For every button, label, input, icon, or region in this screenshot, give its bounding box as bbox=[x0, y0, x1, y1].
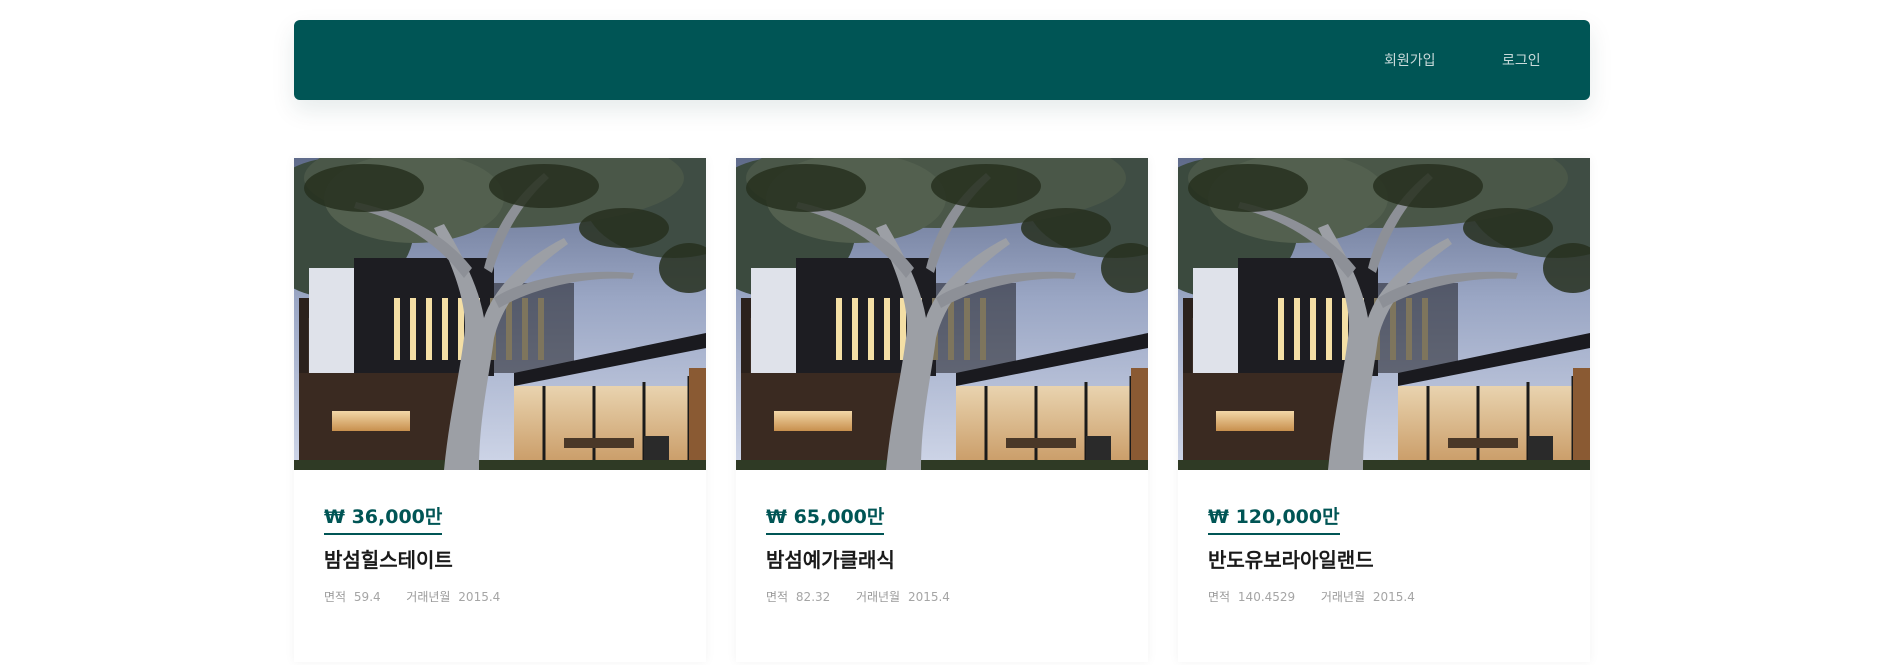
listing-name: 밤섬힐스테이트 bbox=[324, 548, 453, 572]
listing-price: ₩ 36,000만 bbox=[324, 502, 443, 535]
listing-meta: 면적 82.32 거래년월 2015.4 bbox=[766, 588, 954, 605]
listing-card[interactable]: ₩ 120,000만 반도유보라아일랜드 면적 140.4529 거래년월 20… bbox=[1178, 158, 1590, 662]
top-nav-bar: 회원가입 로그인 bbox=[294, 20, 1590, 100]
area-value: 59.4 bbox=[353, 590, 381, 604]
page-scrollbar[interactable] bbox=[1879, 0, 1896, 665]
listing-meta: 면적 59.4 거래년월 2015.4 bbox=[324, 588, 504, 605]
login-link[interactable]: 로그인 bbox=[1502, 50, 1541, 70]
area-label: 면적 bbox=[324, 590, 347, 604]
house-photo-icon bbox=[736, 158, 1148, 470]
listing-price: ₩ 120,000만 bbox=[1208, 502, 1340, 535]
house-photo-icon bbox=[294, 158, 706, 470]
listing-price: ₩ 65,000만 bbox=[766, 502, 885, 535]
area-value: 82.32 bbox=[795, 590, 831, 604]
listing-card[interactable]: ₩ 36,000만 밤섬힐스테이트 면적 59.4 거래년월 2015.4 bbox=[294, 158, 706, 662]
deal-date-label: 거래년월 bbox=[1320, 590, 1366, 604]
area-label: 면적 bbox=[766, 590, 789, 604]
deal-date-label: 거래년월 bbox=[406, 590, 451, 604]
deal-date-label: 거래년월 bbox=[855, 590, 901, 604]
listing-name: 반도유보라아일랜드 bbox=[1208, 548, 1374, 572]
area-label: 면적 bbox=[1208, 590, 1231, 604]
listing-meta: 면적 140.4529 거래년월 2015.4 bbox=[1208, 588, 1419, 605]
house-photo-icon bbox=[1178, 158, 1590, 470]
listing-card[interactable]: ₩ 65,000만 밤섬예가클래식 면적 82.32 거래년월 2015.4 bbox=[736, 158, 1148, 662]
area-value: 140.4529 bbox=[1237, 590, 1296, 604]
deal-date-value: 2015.4 bbox=[1372, 590, 1415, 604]
signup-link[interactable]: 회원가입 bbox=[1384, 50, 1436, 70]
deal-date-value: 2015.4 bbox=[458, 590, 501, 604]
listing-name: 밤섬예가클래식 bbox=[766, 548, 895, 572]
deal-date-value: 2015.4 bbox=[907, 590, 950, 604]
